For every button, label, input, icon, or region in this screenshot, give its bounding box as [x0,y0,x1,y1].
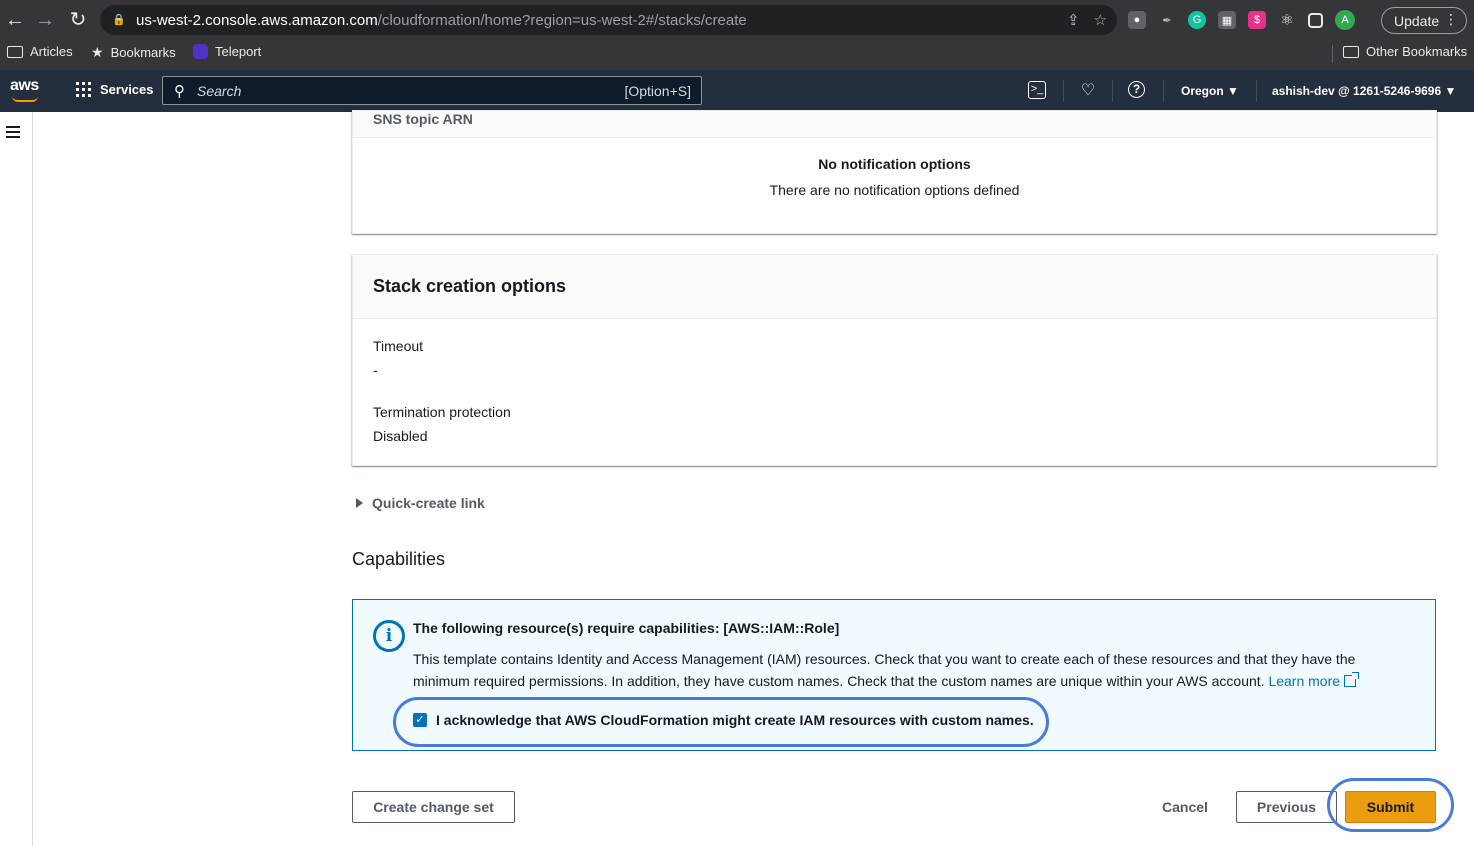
region-label: Oregon [1181,84,1224,98]
reload-icon[interactable]: ↻ [66,8,90,32]
aws-logo-smile [12,96,38,102]
bookmark-articles[interactable]: Articles [7,44,73,59]
aws-logo[interactable]: aws [10,77,39,95]
star-icon: ★ [91,44,104,60]
side-navigation [0,112,33,846]
panel-header: Stack creation options [353,255,1436,319]
dollar-extension-icon[interactable]: $ [1248,11,1266,29]
search-icon: ⚲ [174,83,185,100]
search-shortcut: [Option+S] [624,83,691,99]
cancel-button[interactable]: Cancel [1153,791,1217,823]
learn-more-link[interactable]: Learn more [1268,672,1360,689]
submit-highlight-ring [1327,778,1454,832]
stack-creation-options-panel: Stack creation options Timeout - Termina… [352,254,1437,466]
grammarly-icon[interactable]: G [1188,11,1206,29]
caret-down-icon: ▼ [1444,84,1457,98]
address-bar[interactable]: 🔒 us-west-2.console.aws.amazon.com/cloud… [100,5,1117,35]
timeout-label: Timeout [373,338,424,354]
empty-state-title: No notification options [818,156,971,172]
teleport-icon [193,44,208,59]
update-label: Update [1394,12,1440,29]
update-button[interactable]: Update ⋮ [1381,7,1467,34]
lock-icon: 🔒 [112,14,126,26]
caret-down-icon: ▼ [1227,84,1239,98]
previous-button[interactable]: Previous [1236,791,1337,823]
info-body: This template contains Identity and Acce… [413,648,1413,692]
capabilities-heading: Capabilities [352,549,446,569]
comment-extension-icon[interactable]: ▦ [1218,11,1236,29]
bell-icon[interactable]: ♡ [1078,81,1098,101]
nav-divider [1063,80,1064,102]
learn-more-label: Learn more [1268,673,1341,689]
hamburger-menu-icon[interactable] [6,126,20,138]
other-bookmarks[interactable]: Other Bookmarks [1343,44,1467,59]
create-change-set-button[interactable]: Create change set [352,791,515,823]
quick-create-link-label: Quick-create link [372,495,485,511]
aws-top-nav: aws Services ⚲ [Option+S] >_ ♡ ? Oregon … [0,70,1474,112]
empty-state-subtitle: There are no notification options define… [769,182,1020,198]
kebab-menu-icon: ⋮ [1444,11,1458,27]
external-link-icon [1344,672,1360,687]
bookmark-star-icon[interactable]: ☆ [1094,11,1107,29]
nav-divider [1163,80,1164,102]
table-header: SNS topic ARN [353,111,1436,138]
folder-icon [1343,45,1359,58]
back-arrow-icon[interactable]: ← [3,8,27,32]
region-selector[interactable]: Oregon ▼ [1181,84,1239,98]
search-input[interactable] [197,81,577,101]
services-menu[interactable]: Services [76,82,154,97]
info-title: The following resource(s) require capabi… [413,620,840,636]
acknowledge-highlight-ring [393,697,1049,747]
caret-right-icon [356,498,363,508]
notification-options-panel: SNS topic ARN No notification options Th… [352,110,1437,234]
bookmarks-divider [1332,45,1333,63]
account-label: ashish-dev @ 1261-5246-9696 [1272,84,1442,98]
account-menu[interactable]: ashish-dev @ 1261-5246-9696 ▼ [1272,84,1456,98]
timeout-value: - [373,362,378,378]
info-body-text: This template contains Identity and Acce… [413,651,1356,689]
quick-create-link-expander[interactable]: Quick-create link [356,495,485,511]
url-host: us-west-2.console.aws.amazon.com [136,11,378,29]
profile-avatar[interactable]: A [1335,10,1355,30]
forward-arrow-icon[interactable]: → [33,8,57,32]
search-box[interactable]: ⚲ [Option+S] [162,76,702,105]
side-panel-icon[interactable] [1308,12,1323,28]
sns-topic-arn-header: SNS topic ARN [373,111,473,127]
services-label: Services [100,82,154,97]
termination-protection-value: Disabled [373,428,428,444]
info-icon: i [373,620,405,652]
puzzle-icon[interactable]: ⚛ [1278,11,1296,29]
cloudshell-icon[interactable]: >_ [1028,81,1046,99]
nav-divider [1256,80,1257,102]
grid-icon [76,82,91,97]
bookmark-teleport[interactable]: Teleport [193,44,261,59]
main-content: SNS topic ARN No notification options Th… [33,110,1474,846]
pen-extension-icon[interactable]: ✒ [1158,11,1176,29]
url-path: /cloudformation/home?region=us-west-2#/s… [377,11,747,29]
share-icon[interactable]: ⇪ [1067,11,1080,29]
bookmark-bookmarks[interactable]: ★ Bookmarks [91,44,176,61]
folder-icon [7,45,23,58]
nav-divider [1112,80,1113,102]
extension-icon[interactable]: ● [1128,11,1146,29]
termination-protection-label: Termination protection [373,404,511,420]
help-icon[interactable]: ? [1128,81,1145,98]
panel-title: Stack creation options [373,276,567,296]
